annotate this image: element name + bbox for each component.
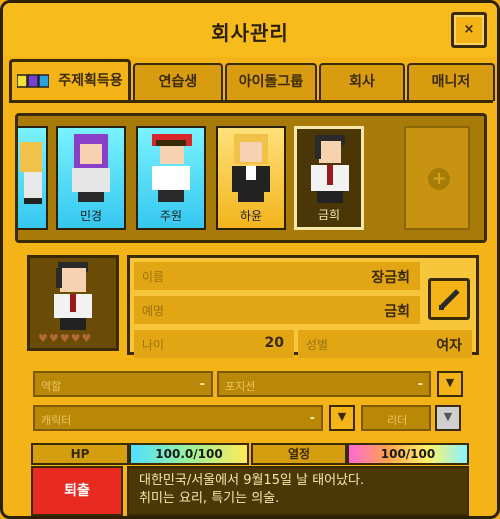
tab-trainee[interactable]: 연습생 [133, 63, 223, 101]
character-name: 금희 [317, 208, 341, 222]
edit-name-button[interactable] [428, 278, 470, 320]
character-type-value: - [309, 411, 315, 426]
role-field: 역할 - [33, 371, 213, 397]
tab-manager[interactable]: 매니저 [407, 63, 495, 101]
leader-toggle-button[interactable]: ▼ [435, 405, 461, 431]
tab-idol-group[interactable]: 아이돌그룹 [225, 63, 317, 101]
passion-value: 100/100 [380, 447, 436, 461]
dismiss-button[interactable]: 퇴출 [31, 466, 123, 516]
character-card-partial[interactable] [18, 126, 48, 230]
company-management-window: 회사관리 × 주제획득용 연습생 아이돌그룹 회사 매니저 민경 주원 하윤 금… [0, 0, 500, 519]
character-sprite-icon [232, 134, 270, 202]
portrait-sprite-icon [54, 262, 92, 330]
leader-field: 리더 [361, 405, 431, 431]
character-card-hayun[interactable]: 하윤 [216, 126, 286, 230]
hp-value: 100.0/100 [155, 447, 223, 461]
passion-label: 열정 [251, 443, 347, 465]
character-sprite-icon [152, 134, 192, 202]
affection-hearts: ♥♥♥♥♥ [38, 332, 93, 345]
character-type-field: 캐릭터 - [33, 405, 323, 431]
name-value: 장금희 [371, 270, 410, 286]
name-label: 이름 [142, 270, 165, 284]
age-label: 나이 [142, 338, 165, 352]
plus-icon: + [428, 168, 450, 190]
chevron-down-icon: ▼ [337, 410, 347, 423]
position-value: - [417, 377, 423, 392]
character-sprite-icon [311, 135, 349, 203]
close-button[interactable]: × [451, 12, 487, 48]
character-card-juwon[interactable]: 주원 [136, 126, 206, 230]
tab-label: 주제획득용 [58, 73, 123, 89]
hp-bar: 100.0/100 [129, 443, 249, 465]
character-card-mingyeong[interactable]: 민경 [56, 126, 126, 230]
bio-line: 대한민국/서울에서 9월15일 날 태어났다. [139, 473, 365, 488]
tab-label: 아이돌그룹 [238, 74, 304, 90]
passion-bar: 100/100 [347, 443, 469, 465]
stage-name-field: 예명 금희 [134, 296, 420, 324]
characters-group-icon [17, 74, 50, 88]
stage-name-label: 예명 [142, 304, 165, 318]
character-type-label: 캐릭터 [41, 414, 72, 427]
add-character-card[interactable]: + [404, 126, 470, 230]
tab-bar: 주제획득용 연습생 아이돌그룹 회사 매니저 [9, 59, 495, 103]
age-value: 20 [264, 335, 284, 351]
tab-company[interactable]: 회사 [319, 63, 405, 101]
leader-label: 리더 [387, 414, 408, 427]
character-type-dropdown-button[interactable]: ▼ [329, 405, 355, 431]
close-icon: × [463, 22, 475, 37]
character-list: 민경 주원 하윤 금희 + [15, 113, 487, 243]
age-field: 나이 20 [134, 330, 294, 358]
stage-name-value: 금희 [384, 304, 410, 320]
character-bio: 대한민국/서울에서 9월15일 날 태어났다. 취미는 요리, 특기는 의술. [127, 466, 469, 516]
tab-theme-acquisition[interactable]: 주제획득용 [9, 59, 131, 103]
character-sprite-icon [20, 142, 42, 204]
pencil-icon [439, 289, 460, 310]
role-value: - [199, 377, 205, 392]
chevron-down-icon: ▼ [443, 410, 453, 423]
character-name: 하윤 [239, 209, 263, 223]
position-label: 포지션 [225, 380, 256, 393]
position-field: 포지션 - [217, 371, 431, 397]
tab-divider [9, 100, 493, 103]
name-field: 이름 장금희 [134, 262, 420, 290]
chevron-down-icon: ▼ [445, 376, 455, 389]
gender-field: 성별 여자 [298, 330, 472, 358]
window-title: 회사관리 [211, 21, 289, 45]
tab-label: 회사 [349, 74, 375, 90]
window-header: 회사관리 × [3, 3, 497, 57]
character-card-geumhui-selected[interactable]: 금희 [294, 126, 364, 230]
character-sprite-icon [72, 134, 110, 202]
character-name: 주원 [159, 209, 183, 223]
hp-label: HP [31, 443, 129, 465]
character-name: 민경 [79, 209, 103, 223]
gender-label: 성별 [306, 338, 329, 352]
tab-label: 매니저 [431, 74, 471, 90]
tab-label: 연습생 [158, 74, 198, 90]
position-dropdown-button[interactable]: ▼ [437, 371, 463, 397]
bio-line: 취미는 요리, 특기는 의술. [139, 491, 280, 506]
gender-value: 여자 [436, 338, 462, 354]
character-portrait: ♥♥♥♥♥ [27, 255, 119, 351]
role-label: 역할 [41, 380, 62, 393]
profile-info-panel: 이름 장금희 예명 금희 나이 20 성별 여자 [127, 255, 479, 358]
